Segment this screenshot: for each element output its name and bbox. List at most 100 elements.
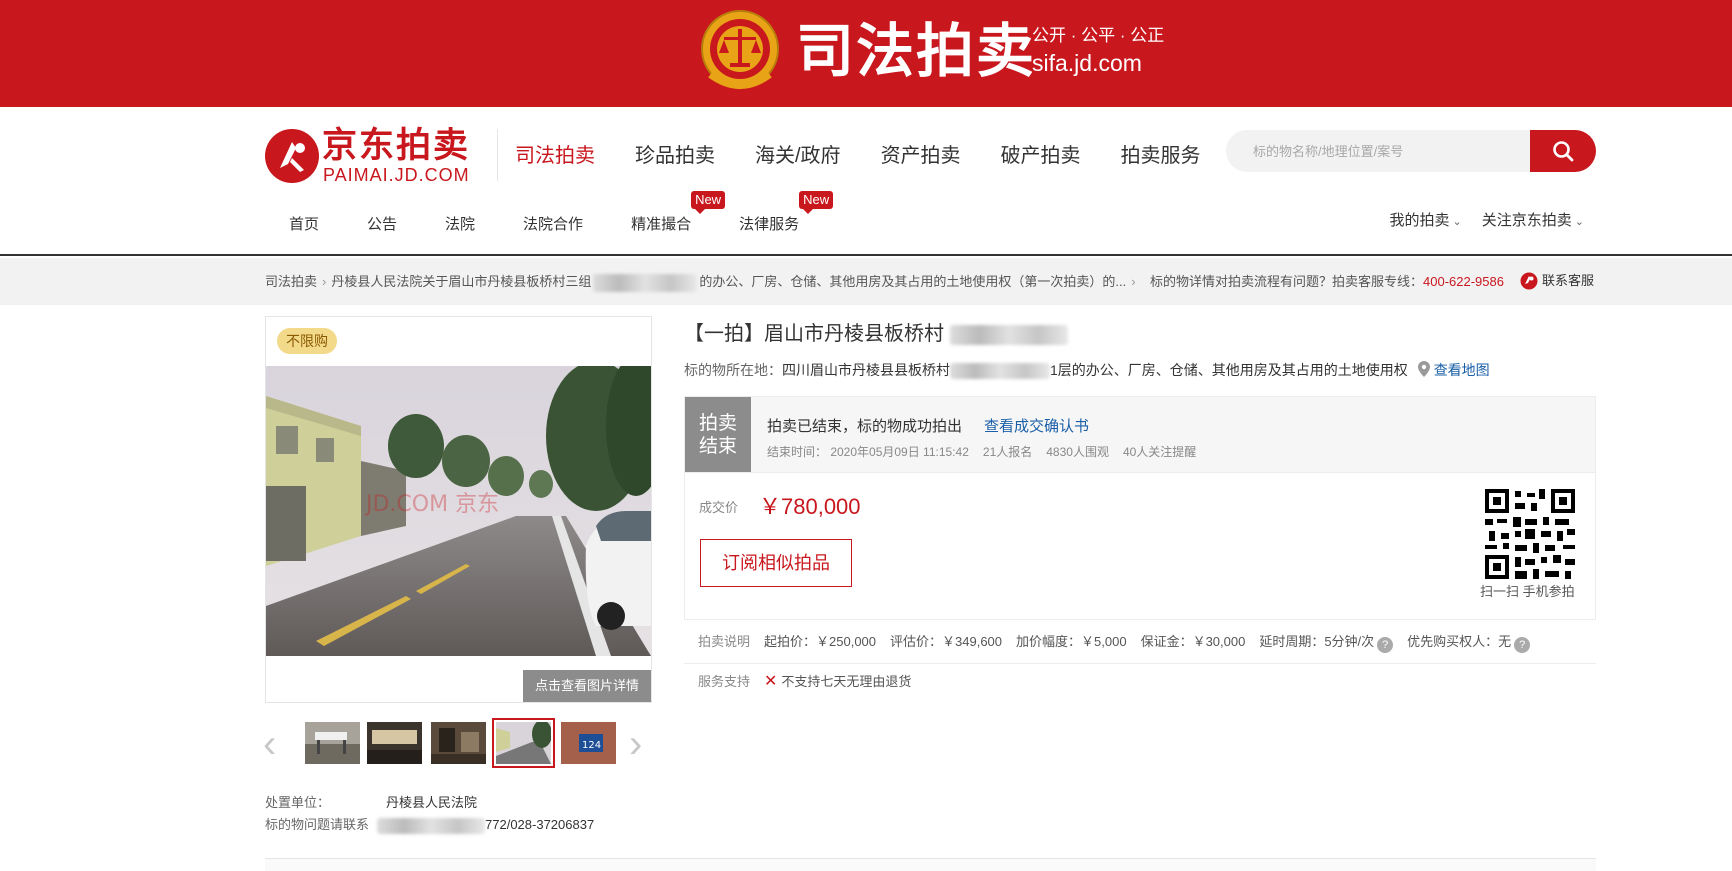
status-text: 拍卖已结束，标的物成功拍出 bbox=[767, 418, 963, 435]
breadcrumb: 司法拍卖 › 丹棱县人民法院关于眉山市丹棱县板桥村三组 的办公、厂房、仓储、其他用房及… bbox=[265, 273, 1141, 292]
top-banner: 司法拍卖 公开 · 公平 · 公正 sifa.jd.com bbox=[0, 0, 1732, 107]
main-nav-bankruptcy[interactable]: 破产拍卖 bbox=[1001, 143, 1081, 169]
subscribe-similar-button[interactable]: 订阅相似拍品 bbox=[700, 539, 852, 587]
main-nav-treasure[interactable]: 珍品拍卖 bbox=[635, 143, 715, 169]
contact-value: 772/028-37206837 bbox=[485, 817, 595, 832]
priority-buyer-text: 优先购买权人：无 bbox=[1407, 634, 1512, 649]
sub-nav-court-cooperation[interactable]: 法院合作 bbox=[523, 215, 583, 235]
thumbnail[interactable]: 124 bbox=[561, 722, 616, 764]
sub-nav-home[interactable]: 首页 bbox=[289, 215, 319, 235]
contact-service-label: 联系客服 bbox=[1542, 273, 1595, 288]
follow-jd-auction-menu[interactable]: 关注京东拍卖 ⌄ bbox=[1482, 211, 1584, 232]
follow-label: 关注京东拍卖 bbox=[1481, 212, 1572, 229]
main-nav-services[interactable]: 拍卖服务 bbox=[1121, 143, 1201, 169]
viewer-count: 4830人围观 bbox=[1046, 445, 1109, 459]
court-emblem-icon bbox=[701, 10, 779, 89]
main-nav: 司法拍卖 珍品拍卖 海关/政府 资产拍卖 破产拍卖 拍卖服务 bbox=[515, 143, 1241, 169]
sub-nav-notice[interactable]: 公告 bbox=[367, 215, 397, 235]
thumbnail[interactable] bbox=[431, 722, 486, 764]
purchase-limit-badge: 不限购 bbox=[277, 328, 337, 354]
chevron-left-icon[interactable]: ‹ bbox=[263, 724, 276, 764]
sub-nav-label: 法院合作 bbox=[523, 216, 584, 233]
view-map-link[interactable]: 查看地图 bbox=[1434, 362, 1490, 378]
search-button[interactable] bbox=[1530, 130, 1596, 172]
sub-nav-legal[interactable]: 法律服务 New bbox=[739, 191, 834, 235]
qr-code-icon[interactable] bbox=[1485, 489, 1575, 579]
hotline-number: 400-622-9586 bbox=[1423, 274, 1504, 289]
thumbnail-strip: ‹ 124 › bbox=[263, 716, 653, 774]
priority-buyer: 优先购买权人：无? bbox=[1407, 634, 1531, 653]
search-box bbox=[1226, 130, 1596, 172]
thumbnail[interactable] bbox=[367, 722, 422, 764]
redacted-text bbox=[950, 363, 1050, 380]
deal-panel: 成交价 ￥780,000 订阅相似拍品 扫一扫 手机参拍 bbox=[684, 473, 1596, 620]
no-return-text: 不支持七天无理由退货 bbox=[781, 674, 912, 689]
logo-text-en[interactable]: PAIMAI.JD.COM bbox=[323, 164, 470, 186]
main-nav-customs[interactable]: 海关/政府 bbox=[755, 143, 841, 169]
disposal-unit-label: 处置单位： bbox=[265, 795, 331, 810]
help-icon[interactable]: ? bbox=[1514, 637, 1531, 653]
logo-divider bbox=[497, 129, 498, 181]
main-photo[interactable]: JD.COM 京东 bbox=[266, 366, 651, 656]
watermark: JD.COM 京东 bbox=[364, 492, 499, 517]
site-header: 京东拍卖 PAIMAI.JD.COM 司法拍卖 珍品拍卖 海关/政府 资产拍卖 … bbox=[0, 107, 1732, 256]
sub-nav-matching[interactable]: 精准撮合 New bbox=[631, 191, 726, 235]
search-icon bbox=[1553, 141, 1574, 162]
banner-title: 司法拍卖 bbox=[796, 17, 1037, 85]
customer-service-icon bbox=[1520, 272, 1538, 290]
main-nav-judicial[interactable]: 司法拍卖 bbox=[515, 143, 595, 169]
auction-terms: 拍卖说明 起拍价：￥250,000 评估价：￥349,600 加价幅度：￥5,000 保… bbox=[684, 630, 1596, 664]
map-pin-icon bbox=[1417, 361, 1430, 377]
location-text-start: 四川眉山市丹棱县县板桥村 bbox=[782, 362, 950, 378]
jd-auction-logo-icon[interactable] bbox=[264, 128, 320, 184]
close-icon: ✕ bbox=[764, 673, 778, 690]
view-image-details-button[interactable]: 点击查看图片详情 bbox=[523, 670, 651, 702]
view-confirmation-link[interactable]: 查看成交确认书 bbox=[984, 418, 1089, 435]
banner-domain: sifa.jd.com bbox=[1032, 50, 1142, 76]
status-meta: 结束时间： 2020年05月09日 11:15:42 21人报名 4830人围观 40… bbox=[767, 443, 1210, 461]
auction-status-panel: 拍卖结束 拍卖已结束，标的物成功拍出 查看成交确认书 结束时间： 2020年05月… bbox=[684, 396, 1596, 473]
terms-label: 拍卖说明 bbox=[698, 634, 751, 649]
delay-period-text: 延时周期：5分钟/次 bbox=[1259, 634, 1375, 649]
breadcrumb-root[interactable]: 司法拍卖 bbox=[265, 274, 317, 289]
new-badge: New bbox=[799, 191, 834, 214]
status-tag-text: 拍卖结束 bbox=[698, 413, 737, 457]
sub-nav-label: 精准撮合 bbox=[631, 216, 692, 233]
start-price: 起拍价：￥250,000 bbox=[764, 634, 877, 649]
sub-nav: 首页 公告 法院 法院合作 精准撮合 New 法律服务 New bbox=[289, 191, 834, 235]
delay-period: 延时周期：5分钟/次? bbox=[1259, 634, 1394, 653]
signup-count: 21人报名 bbox=[982, 445, 1033, 459]
qr-caption: 扫一扫 手机参拍 bbox=[1480, 584, 1575, 599]
sub-nav-label: 法律服务 bbox=[739, 216, 800, 233]
end-time: 结束时间： 2020年05月09日 11:15:42 bbox=[767, 445, 969, 459]
section-divider bbox=[265, 858, 1596, 871]
thumbnail-selected[interactable] bbox=[492, 718, 555, 768]
my-auction-label: 我的拍卖 bbox=[1389, 212, 1450, 229]
sub-nav-court[interactable]: 法院 bbox=[445, 215, 475, 235]
contact-service-link[interactable]: 联系客服 bbox=[1520, 270, 1594, 292]
location-label: 标的物所在地： bbox=[684, 362, 782, 378]
thumbnail[interactable] bbox=[305, 722, 360, 764]
deposit: 保证金：￥30,000 bbox=[1140, 634, 1246, 649]
deal-price: ￥780,000 bbox=[759, 494, 861, 519]
my-auction-menu[interactable]: 我的拍卖 ⌄ bbox=[1390, 211, 1462, 232]
chevron-down-icon: ⌄ bbox=[1574, 216, 1584, 228]
chevron-right-icon[interactable]: › bbox=[629, 724, 642, 764]
image-gallery: 不限购 JD.COM 京东 点击查看图片详情 bbox=[265, 316, 652, 703]
help-hotline: 标的物详情对拍卖流程有问题？拍卖客服专线：400-622-9586 bbox=[1150, 273, 1504, 291]
breadcrumb-title-start: 丹棱县人民法院关于眉山市丹棱县板桥村三组 bbox=[331, 274, 592, 289]
redacted-text bbox=[377, 817, 486, 834]
search-input[interactable] bbox=[1226, 130, 1530, 172]
logo-text-cn[interactable]: 京东拍卖 bbox=[322, 126, 470, 166]
main-nav-assets[interactable]: 资产拍卖 bbox=[881, 143, 961, 169]
disposal-unit-value[interactable]: 丹棱县人民法院 bbox=[386, 792, 477, 814]
chevron-right-icon: › bbox=[1131, 274, 1136, 289]
new-badge: New bbox=[691, 191, 726, 214]
service-support: 服务支持 ✕ 不支持七天无理由退货 bbox=[684, 670, 911, 694]
sub-nav-label: 法院 bbox=[445, 216, 476, 233]
contact-label: 标的物问题请联系 bbox=[265, 817, 370, 832]
appraisal-price: 评估价：￥349,600 bbox=[890, 634, 1003, 649]
item-title-text: 【一拍】眉山市丹棱县板桥村 bbox=[684, 323, 944, 345]
user-nav: 我的拍卖 ⌄ 关注京东拍卖 ⌄ bbox=[1370, 211, 1584, 232]
help-icon[interactable]: ? bbox=[1377, 637, 1394, 653]
